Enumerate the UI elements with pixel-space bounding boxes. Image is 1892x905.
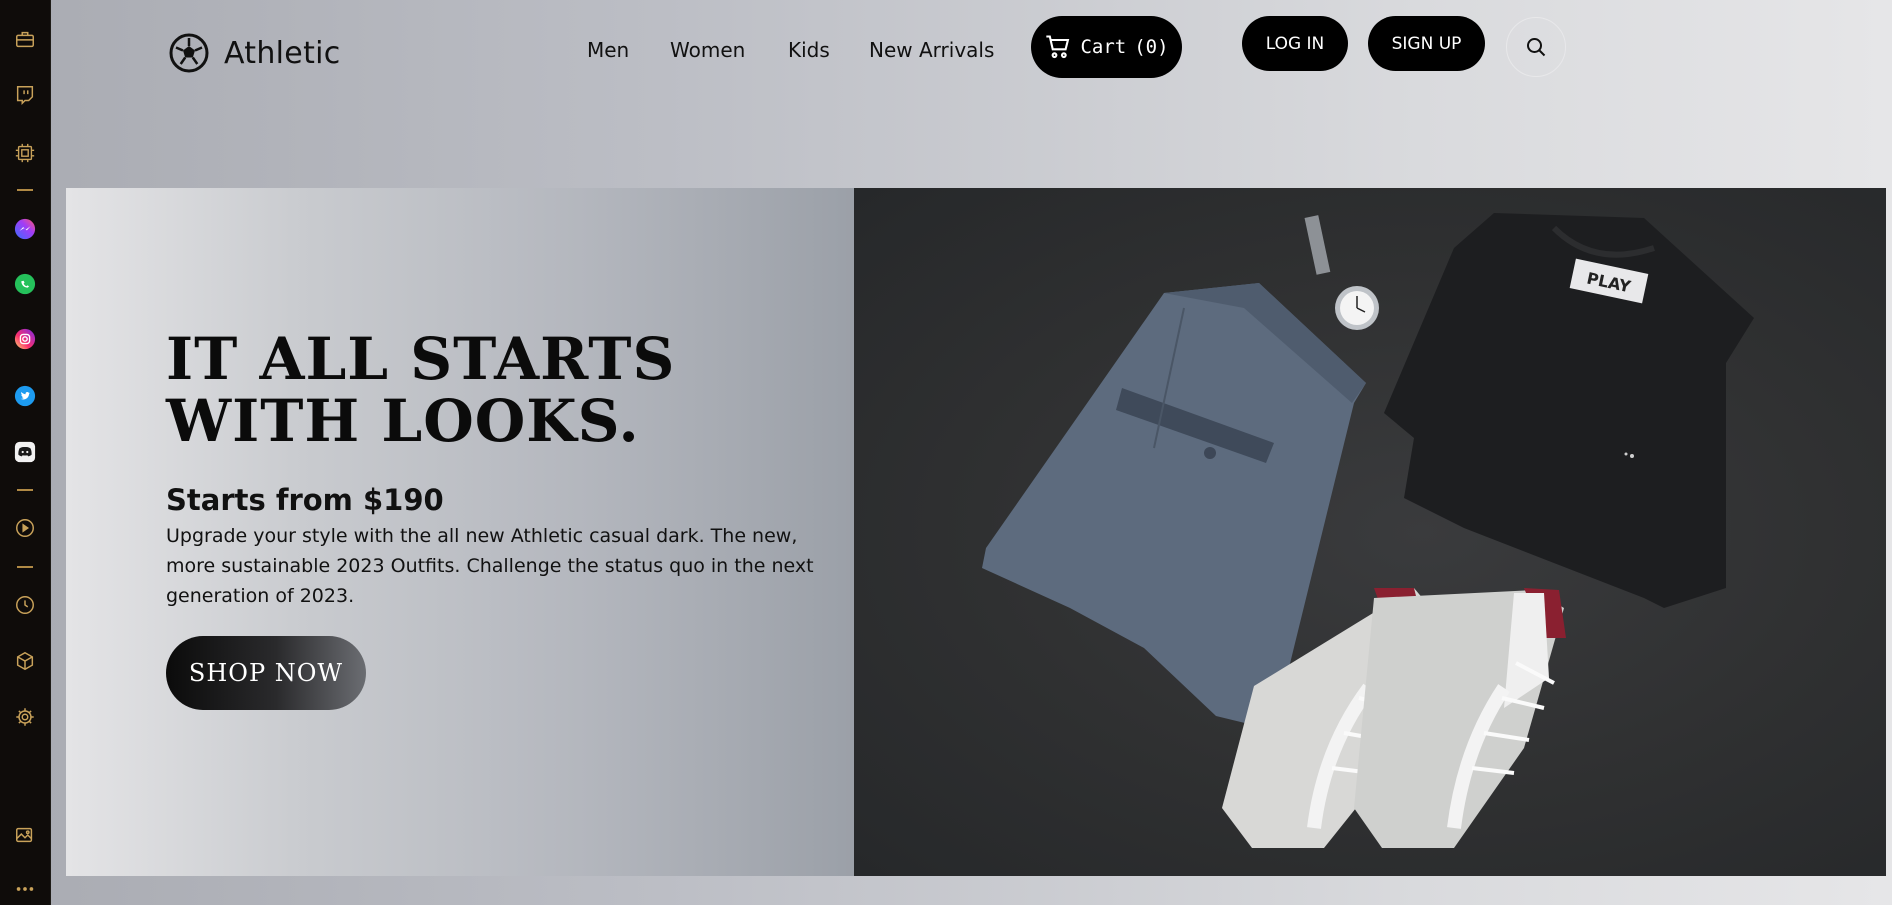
sidebar-divider	[17, 489, 33, 491]
discord-icon[interactable]	[12, 439, 38, 465]
tshirt-image: PLAY	[1384, 213, 1754, 608]
cart-label: Cart	[1080, 36, 1127, 58]
outfit-flatlay-image: PLAY	[982, 213, 1754, 848]
hero-text-panel: IT ALL STARTS WITH LOOKS. Starts from $1…	[66, 188, 854, 876]
shop-now-button[interactable]: SHOP NOW	[166, 636, 366, 710]
hero-description: Upgrade your style with the all new Athl…	[166, 525, 814, 607]
hero-price: Starts from $190	[166, 483, 444, 517]
briefcase-icon[interactable]	[12, 26, 38, 52]
twitch-icon[interactable]	[12, 82, 38, 108]
play-icon[interactable]	[12, 515, 38, 541]
clock-icon[interactable]	[12, 592, 38, 618]
sidebar-divider	[17, 566, 33, 568]
more-icon[interactable]	[12, 876, 38, 902]
hero-banner: IT ALL STARTS WITH LOOKS. Starts from $1…	[66, 188, 1886, 876]
instagram-icon[interactable]	[12, 326, 38, 352]
whatsapp-icon[interactable]	[12, 271, 38, 297]
search-button[interactable]	[1506, 17, 1566, 77]
nav-link-kids[interactable]: Kids	[788, 38, 830, 62]
signup-button[interactable]: SIGN UP	[1368, 16, 1485, 71]
hero-headline: IT ALL STARTS WITH LOOKS.	[166, 325, 676, 455]
nav-link-men[interactable]: Men	[587, 38, 629, 62]
search-icon	[1527, 38, 1546, 57]
twitter-icon[interactable]	[12, 383, 38, 409]
app-sidebar	[0, 0, 51, 905]
cart-count: (0)	[1134, 36, 1169, 58]
soccer-ball-icon	[169, 33, 209, 73]
cart-button[interactable]: Cart (0)	[1031, 16, 1182, 78]
brand-name: Athletic	[224, 35, 341, 71]
chip-icon[interactable]	[12, 140, 38, 166]
gallery-icon[interactable]	[12, 822, 38, 848]
cube-icon[interactable]	[12, 648, 38, 674]
nav-link-women[interactable]: Women	[670, 38, 745, 62]
hero-product-photo: PLAY	[854, 188, 1886, 876]
sidebar-divider	[17, 189, 33, 191]
nav-link-new-arrivals[interactable]: New Arrivals	[869, 38, 994, 62]
cart-icon	[1046, 35, 1070, 59]
messenger-icon[interactable]	[12, 216, 38, 242]
gear-icon[interactable]	[12, 704, 38, 730]
brand-logo[interactable]: Athletic	[168, 32, 341, 74]
login-button[interactable]: LOG IN	[1242, 16, 1348, 71]
watch-image	[1304, 215, 1379, 330]
